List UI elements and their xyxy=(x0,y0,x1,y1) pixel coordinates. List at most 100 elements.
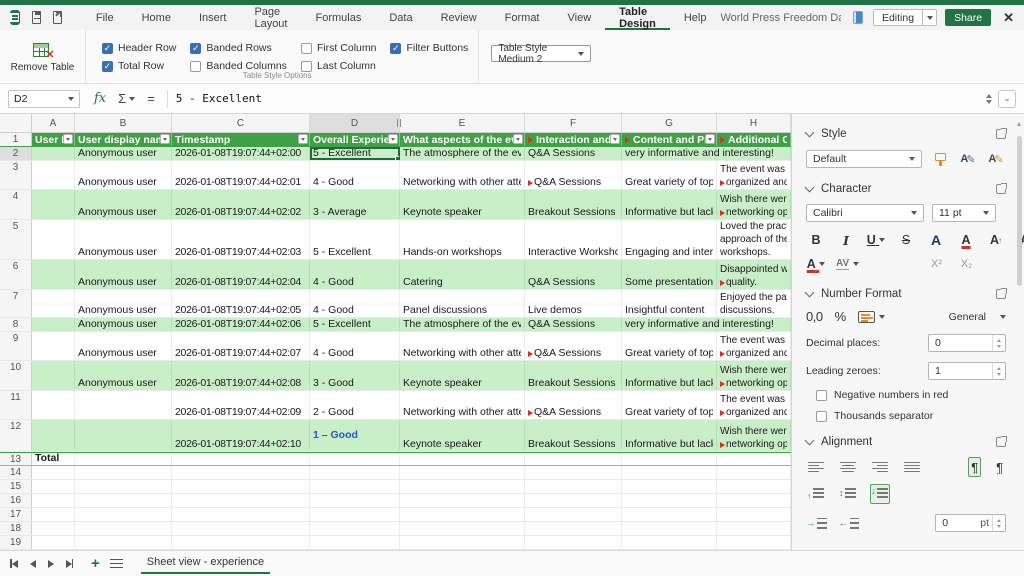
select-all-corner[interactable] xyxy=(0,114,32,132)
cell-C14[interactable] xyxy=(172,466,310,479)
cell-E10[interactable]: Keynote speaker xyxy=(400,361,525,390)
leading-zeroes-stepper[interactable]: 1 xyxy=(928,362,1006,380)
thousands-separator-checkbox[interactable]: Thousands separator xyxy=(816,410,1006,422)
cell-B17[interactable] xyxy=(75,508,172,521)
letter-spacing-button[interactable]: AV xyxy=(836,254,859,274)
cell-B18[interactable] xyxy=(75,522,172,535)
cell-E12[interactable]: Keynote speaker xyxy=(400,420,525,451)
cell-F9[interactable]: Q&A Sessions xyxy=(525,332,622,360)
cell-C16[interactable] xyxy=(172,494,310,507)
cell-A12[interactable] xyxy=(32,420,75,451)
cell-G7[interactable]: Insightful content xyxy=(622,290,717,317)
cell-G12[interactable]: Informative but lacked d xyxy=(622,420,717,451)
cell-F7[interactable]: Live demos xyxy=(525,290,622,317)
menu-item-help[interactable]: Help xyxy=(670,5,721,30)
cell-A9[interactable] xyxy=(32,332,75,360)
cell-F4[interactable]: Breakout Sessions xyxy=(525,190,622,219)
cell-G5[interactable]: Engaging and interactive xyxy=(622,220,717,259)
cell-E9[interactable]: Networking with other attendi xyxy=(400,332,525,360)
row-header-10[interactable]: 10 xyxy=(0,361,32,390)
cell-H15[interactable] xyxy=(717,480,791,493)
text-color-button[interactable]: A xyxy=(806,254,826,274)
collapse-chevron-icon[interactable] xyxy=(805,183,815,193)
row-header-15[interactable]: 15 xyxy=(0,480,32,493)
cell-D14[interactable] xyxy=(310,466,400,479)
cell-B8[interactable]: Anonymous user xyxy=(75,318,172,331)
column-header-G[interactable]: G xyxy=(622,114,717,132)
cell-D18[interactable] xyxy=(310,522,400,535)
decrease-indent-button[interactable]: ← xyxy=(839,513,860,533)
subscript-button[interactable]: X₂ xyxy=(957,254,977,274)
popout-icon[interactable] xyxy=(996,184,1006,194)
formula-bar-scroll[interactable] xyxy=(986,94,992,104)
cell-F13[interactable] xyxy=(525,453,622,465)
collapse-chevron-icon[interactable] xyxy=(805,436,815,446)
cell-F19[interactable] xyxy=(525,536,622,549)
cell-H11[interactable]: The event was wellorganized and infor xyxy=(717,391,791,419)
cell-F14[interactable] xyxy=(525,466,622,479)
menu-item-page-layout[interactable]: Page Layout xyxy=(240,5,301,30)
underline-button[interactable]: U xyxy=(866,230,886,250)
header-cell-E[interactable]: What aspects of the event di xyxy=(400,133,525,146)
cell-D16[interactable] xyxy=(310,494,400,507)
option-banded-rows[interactable]: ✓Banded Rows xyxy=(190,39,287,57)
highlight-color-button[interactable]: A xyxy=(956,230,976,250)
cell-C4[interactable]: 2026-01-08T19:07:44+02:02 xyxy=(172,190,310,219)
menu-item-review[interactable]: Review xyxy=(427,5,491,30)
cell-C6[interactable]: 2026-01-08T19:07:44+02:04 xyxy=(172,260,310,289)
negative-numbers-checkbox[interactable]: Negative numbers in red xyxy=(816,389,1006,401)
cell-E8[interactable]: The atmosphere of the event xyxy=(400,318,525,331)
header-cell-H[interactable]: Additional Comme xyxy=(717,133,791,146)
cell-C2[interactable]: 2026-01-08T19:07:44+02:00 xyxy=(172,147,310,160)
cell-C5[interactable]: 2026-01-08T19:07:44+02:03 xyxy=(172,220,310,259)
cell-E4[interactable]: Keynote speaker xyxy=(400,190,525,219)
cell-E2[interactable]: The atmosphere of the event xyxy=(400,147,525,160)
cell-B14[interactable] xyxy=(75,466,172,479)
cell-D11[interactable]: 2 - Good xyxy=(310,391,400,419)
option-filter-buttons[interactable]: ✓Filter Buttons xyxy=(390,39,468,57)
column-header-H[interactable]: H xyxy=(717,114,791,132)
editing-mode-button[interactable]: Editing xyxy=(873,9,937,26)
row-header-11[interactable]: 11 xyxy=(0,391,32,419)
save-icon[interactable] xyxy=(32,11,41,24)
increase-indent-button[interactable]: → xyxy=(806,513,827,533)
font-name-dropdown[interactable]: Calibri xyxy=(806,204,924,222)
cell-name-box[interactable]: D2 xyxy=(8,90,80,108)
cell-A17[interactable] xyxy=(32,508,75,521)
row-header-6[interactable]: 6 xyxy=(0,260,32,289)
next-sheet-button[interactable] xyxy=(48,558,54,570)
cell-C3[interactable]: 2026-01-08T19:07:44+02:01 xyxy=(172,161,310,189)
insert-function-icon[interactable]: fx xyxy=(94,91,106,106)
cell-G11[interactable]: Great variety of topics c xyxy=(622,391,717,419)
italic-button[interactable]: I xyxy=(836,230,856,250)
cell-G10[interactable]: Informative but lacked d xyxy=(622,361,717,390)
cell-D13[interactable] xyxy=(310,453,400,465)
cell-C11[interactable]: 2026-01-08T19:07:44+02:09 xyxy=(172,391,310,419)
decimal-places-stepper[interactable]: 0 xyxy=(928,334,1006,352)
menu-item-format[interactable]: Format xyxy=(491,5,554,30)
cell-E11[interactable]: Networking with other attendi xyxy=(400,391,525,419)
menu-item-file[interactable]: File xyxy=(82,5,128,30)
cell-C15[interactable] xyxy=(172,480,310,493)
cell-G18[interactable] xyxy=(622,522,717,535)
filter-button[interactable] xyxy=(298,134,308,144)
cell-B19[interactable] xyxy=(75,536,172,549)
cell-H9[interactable]: The event was wellorganized and infor xyxy=(717,332,791,360)
cell-D9[interactable]: 4 - Good xyxy=(310,332,400,360)
row-header-17[interactable]: 17 xyxy=(0,508,32,521)
cell-E7[interactable]: Panel discussions xyxy=(400,290,525,317)
cell-H4[interactable]: Wish there were mnetworking opportu xyxy=(717,190,791,219)
currency-format-button[interactable] xyxy=(858,311,885,323)
edit-style-button[interactable]: A✎ xyxy=(986,149,1006,169)
column-header-C[interactable]: C xyxy=(172,114,310,132)
first-sheet-button[interactable] xyxy=(10,558,18,570)
cell-H14[interactable] xyxy=(717,466,791,479)
cell-C18[interactable] xyxy=(172,522,310,535)
cell-E14[interactable] xyxy=(400,466,525,479)
header-cell-A[interactable]: User ID xyxy=(32,133,75,146)
collapse-chevron-icon[interactable] xyxy=(805,128,815,138)
filter-button[interactable] xyxy=(160,134,170,144)
cell-B6[interactable]: Anonymous user xyxy=(75,260,172,289)
header-cell-B[interactable]: User display name xyxy=(75,133,172,146)
cell-B7[interactable]: Anonymous user xyxy=(75,290,172,317)
